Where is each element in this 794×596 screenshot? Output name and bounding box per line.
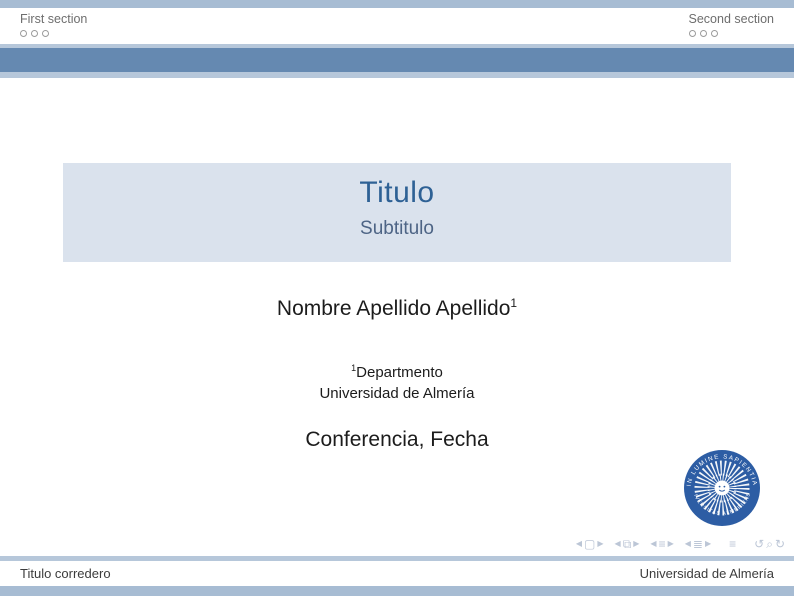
frame-dots-second <box>689 30 774 37</box>
forward-icon[interactable]: ↻ <box>774 536 786 552</box>
header-strip-lower <box>0 72 794 78</box>
next-slide-icon[interactable]: ▶ <box>596 536 604 552</box>
next-section-icon[interactable]: ▶ <box>704 536 712 552</box>
beamer-slide: First section Second section Titulo Subt… <box>0 0 794 596</box>
frame-dot[interactable] <box>711 30 718 37</box>
back-icon[interactable]: ↺ <box>753 536 765 552</box>
footer-institution: Universidad de Almería <box>640 566 774 581</box>
header-bar <box>0 48 794 72</box>
slide-subtitle: Subtitulo <box>63 218 731 240</box>
author-name: Nombre Apellido Apellido <box>277 297 510 320</box>
section-nav-second: Second section <box>689 12 774 37</box>
frame-dots-first <box>20 30 87 37</box>
title-block: Titulo Subtitulo <box>63 163 731 262</box>
prev-slide-icon[interactable]: ◀ <box>575 536 583 552</box>
search-icon[interactable]: ⌕ <box>765 536 774 552</box>
section-icon[interactable]: ≣ <box>692 536 704 552</box>
conference-date: Conferencia, Fecha <box>0 428 794 452</box>
frame-dot[interactable] <box>689 30 696 37</box>
frame-dot[interactable] <box>20 30 27 37</box>
university-seal-logo: IN LUMINE SAPIENTIA VNIVERSITAS ALMERIEN… <box>682 448 762 528</box>
next-subsection-icon[interactable]: ▶ <box>667 536 675 552</box>
slide-title: Titulo <box>63 176 731 210</box>
section-link-second[interactable]: Second section <box>689 12 774 26</box>
frame-dot[interactable] <box>42 30 49 37</box>
frame-dot[interactable] <box>31 30 38 37</box>
navigation-symbols: ◀ ▢ ▶ ◀ ⧉ ▶ ◀ ≡ ▶ ◀ ≣ ▶ ≡ ↺ ⌕ ↻ <box>566 536 786 552</box>
section-link-first[interactable]: First section <box>20 12 87 26</box>
section-nav-first: First section <box>20 12 87 37</box>
footer-strip-lower <box>0 586 794 596</box>
frame-dot[interactable] <box>700 30 707 37</box>
top-strip <box>0 0 794 8</box>
subsection-icon[interactable]: ≡ <box>658 536 667 552</box>
institute-block: 1Departmento Universidad de Almería <box>0 358 794 404</box>
slide-icon[interactable]: ▢ <box>583 536 596 552</box>
appendix-icon[interactable]: ≡ <box>728 536 737 552</box>
author-footnote-mark: 1 <box>510 296 517 310</box>
prev-section-icon[interactable]: ◀ <box>684 536 692 552</box>
prev-frame-icon[interactable]: ◀ <box>614 536 622 552</box>
footer-short-title: Titulo corredero <box>20 566 111 581</box>
institute-line-1: 1Departmento <box>0 358 794 383</box>
footer-band: Titulo corredero Universidad de Almería <box>0 561 794 586</box>
prev-subsection-icon[interactable]: ◀ <box>649 536 657 552</box>
next-frame-icon[interactable]: ▶ <box>632 536 640 552</box>
institute-line-2: Universidad de Almería <box>0 383 794 404</box>
frame-icon[interactable]: ⧉ <box>622 536 633 552</box>
author-line: Nombre Apellido Apellido1 <box>0 296 794 321</box>
